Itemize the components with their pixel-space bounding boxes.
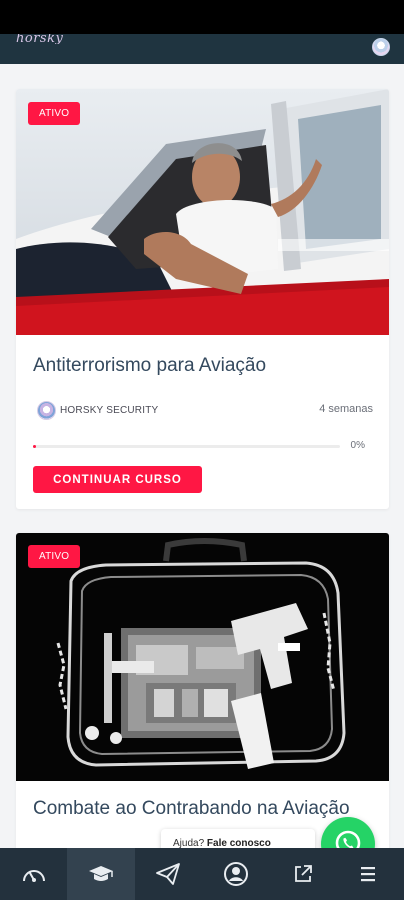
paper-plane-icon [156, 863, 181, 885]
nav-item-external-link[interactable] [269, 848, 336, 900]
app-header: horsky [0, 34, 404, 64]
status-badge: ATIVO [28, 545, 81, 568]
course-title[interactable]: Antiterrorismo para Aviação [33, 355, 266, 377]
course-cover-image[interactable]: ATIVO [16, 89, 389, 335]
continue-course-button[interactable]: CONTINUAR CURSO [33, 466, 202, 493]
status-bar [0, 0, 404, 34]
author-logo-icon [37, 401, 56, 420]
course-author: HORSKY SECURITY [37, 401, 158, 420]
nav-item-courses[interactable] [67, 848, 135, 900]
cockpit-photo [16, 89, 389, 335]
course-card[interactable]: ATIVO Combate ao Contrabando na Aviação [16, 533, 389, 848]
author-name: HORSKY SECURITY [60, 405, 159, 416]
status-badge: ATIVO [28, 102, 81, 125]
course-title[interactable]: Combate ao Contrabando na Aviação [33, 798, 350, 820]
course-list[interactable]: ATIVO Antiterrorismo para Aviação HORSKY… [0, 64, 404, 848]
profile-avatar[interactable] [372, 38, 390, 56]
course-cover-image[interactable]: ATIVO [16, 533, 389, 781]
graduation-cap-icon [88, 866, 113, 881]
user-circle-icon [223, 862, 248, 886]
dashboard-gauge-icon [22, 870, 45, 882]
bottom-navigation [0, 848, 404, 900]
xray-bag-photo [16, 533, 389, 781]
progress-bar [33, 445, 340, 448]
brand-logo[interactable]: horsky [16, 34, 63, 44]
nav-item-menu[interactable] [337, 848, 404, 900]
nav-item-dashboard[interactable] [0, 848, 67, 900]
nav-item-profile[interactable] [202, 848, 269, 900]
course-duration: 4 semanas [319, 403, 373, 415]
hamburger-menu-icon [361, 867, 376, 882]
progress-percentage: 0% [350, 440, 365, 451]
nav-item-messages[interactable] [135, 848, 202, 900]
external-link-icon [295, 865, 312, 882]
course-card[interactable]: ATIVO Antiterrorismo para Aviação HORSKY… [16, 89, 389, 509]
progress-bar-fill [33, 445, 37, 448]
